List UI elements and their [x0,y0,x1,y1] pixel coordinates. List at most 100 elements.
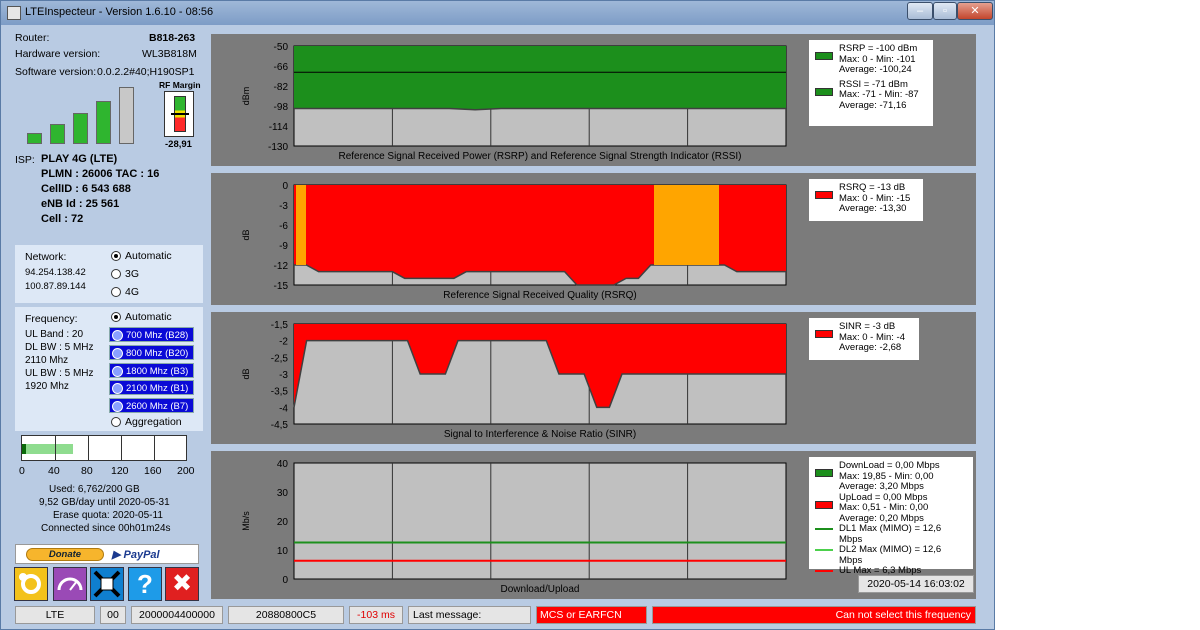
status-id1: 2000004400000 [131,606,223,624]
warn-band-2 [654,185,719,265]
quota-gauge [21,435,187,461]
y-tick-label: -130 [268,142,288,153]
ip-address-1: 94.254.138.42 [25,267,86,278]
gear-icon[interactable] [14,567,48,601]
legend-rsrq-value: RSRQ = -13 dB [815,182,917,199]
chart-title: Signal to Interference & Noise Ratio (SI… [444,429,636,440]
close-window-button[interactable]: ✕ [957,2,993,20]
series-area-rsrp [294,46,786,110]
throughput-chart: 40 30 20 10 0 Mb/s Download/Upload [241,459,787,595]
paypal-logo: ▶ PayPal [112,549,160,561]
router-label: Router: [15,32,50,44]
legend-sinr-value: SINR = -3 dB [815,321,913,338]
isp-name: PLAY 4G (LTE) [41,153,118,165]
y-tick-label: -1,5 [271,320,289,331]
rsrq-chart-panel: 0 -3 -6 -9 -12 -15 dB Reference Signal Received… [211,173,976,305]
donate-label: Donate [26,548,104,561]
network-4g-radio[interactable]: 4G [111,286,139,298]
status-mode: LTE [15,606,95,624]
band-b7-button[interactable]: 2600 Mhz (B7) [109,398,194,413]
software-value: 0.0.2.2#40;H190SP1 [97,66,195,78]
network-panel: Network: 94.254.138.42 100.87.89.144 Aut… [15,245,203,303]
throughput-legend: DownLoad = 0,00 Mbps Max: 19,85 - Min: 0… [809,457,973,576]
y-tick-label: -2 [279,337,288,348]
quota-tick-200: 200 [177,465,195,477]
band-b20-button[interactable]: 800 Mhz (B20) [109,345,194,360]
y-tick-label: 30 [277,488,289,499]
chart-title: Download/Upload [501,584,580,595]
network-label: Network: [25,251,67,263]
y-tick-label: -82 [274,82,289,93]
y-axis-label: dB [241,368,251,379]
quota-fill [22,444,73,454]
legend-dl2-max: DL2 Max (MIMO) = 12,6 Mbps [815,544,967,566]
y-tick-label: 0 [282,181,288,192]
signal-bars [27,87,147,144]
y-tick-label: -4,5 [271,420,289,431]
legend-rsrq-avg: Average: -13,30 [839,203,907,214]
speedometer-icon[interactable] [53,567,87,601]
status-code: 00 [100,606,126,624]
quota-erase-date: Erase quota: 2020-05-11 [53,510,163,521]
rsrp-chart: -50 -66 -82 -98 -114 -130 dBm Reference Signal … [241,42,787,162]
hardware-value: WL3B818M [142,48,197,60]
quota-per-day: 9,52 GB/day until 2020-05-31 [39,497,170,508]
quota-tick-40: 40 [48,465,60,477]
legend-rssi-avg: Average: -71,16 [839,99,907,111]
y-tick-label: -6 [279,221,288,232]
donate-button[interactable]: Donate ▶ PayPal [15,544,199,564]
network-auto-radio[interactable]: Automatic [111,250,172,262]
title-bar: LTEInspecteur - Version 1.6.10 - 08:56 ‒… [1,1,994,25]
y-axis-label: dB [241,229,251,240]
chart-title: Reference Signal Received Quality (RSRQ) [443,290,636,301]
y-axis-label: Mb/s [241,511,251,531]
warn-band-1 [296,185,306,265]
y-tick-label: -114 [269,122,289,133]
enb-id: eNB Id : 25 561 [41,198,120,210]
app-icon [7,6,21,20]
y-tick-label: 40 [277,459,289,470]
legend-upload-maxmin: Max: 0,51 - Min: 0,00 [839,502,929,513]
sinr-chart-panel: -1,5 -2 -2,5 -3 -3,5 -4 -4,5 dB Signal to Interf… [211,312,976,444]
sinr-chart: -1,5 -2 -2,5 -3 -3,5 -4 -4,5 dB Signal to Interf… [241,320,787,440]
rsrq-chart: 0 -3 -6 -9 -12 -15 dB Reference Signal Received… [241,181,787,301]
hardware-label: Hardware version: [15,48,101,60]
legend-sinr-avg: Average: -2,68 [839,342,902,353]
network-3g-radio[interactable]: 3G [111,268,139,280]
timestamp: 2020-05-14 16:03:02 [858,575,974,593]
isp-label: ISP: [15,154,35,166]
band-b28-button[interactable]: 700 Mhz (B28) [109,327,194,342]
band-b3-button[interactable]: 1800 Mhz (B3) [109,363,194,378]
band-b1-button[interactable]: 2100 Mhz (B1) [109,380,194,395]
signal-bar-3 [73,112,88,144]
frequency-auto-radio[interactable]: Automatic [111,311,172,323]
signal-bar-1 [27,132,42,144]
legend-dl1-max: DL1 Max (MIMO) = 12,6 Mbps [815,523,967,545]
y-tick-label: -9 [279,241,288,252]
status-mcs: MCS or EARFCN [536,606,647,624]
y-tick-label: -2,5 [271,353,289,364]
rf-margin-label: RF Margin [159,80,201,90]
rf-margin-gauge [164,91,194,137]
rf-margin-value: -28,91 [165,139,192,150]
minimize-button[interactable]: ‒ [907,2,933,20]
rsrp-legend: RSRP = -100 dBm Max: 0 - Min: -101 Avera… [809,40,933,126]
router-value: B818-263 [149,32,196,44]
ip-address-2: 100.87.89.144 [25,281,86,292]
y-tick-label: 0 [282,575,288,586]
app-window: LTEInspecteur - Version 1.6.10 - 08:56 ‒… [0,0,995,630]
sinr-legend: SINR = -3 dB Max: 0 - Min: -4 Average: -… [809,318,919,360]
cell-id: CellID : 6 543 688 [41,183,131,195]
expand-arrows-icon[interactable] [90,567,124,601]
aggregation-radio[interactable]: Aggregation [111,416,182,428]
y-tick-label: -50 [274,42,289,53]
help-icon[interactable]: ? [128,567,162,601]
signal-bar-4 [96,101,111,144]
status-error: Can not select this frequency [652,606,976,624]
maximize-button[interactable]: ▫ [933,2,957,20]
frequency-label: Frequency: [25,313,78,325]
chart-title: Reference Signal Received Power (RSRP) a… [339,151,742,162]
y-tick-label: -12 [274,261,289,272]
throughput-chart-panel: 40 30 20 10 0 Mb/s Download/Upload DownLoad = … [211,451,976,599]
close-icon[interactable]: ✖ [165,567,199,601]
